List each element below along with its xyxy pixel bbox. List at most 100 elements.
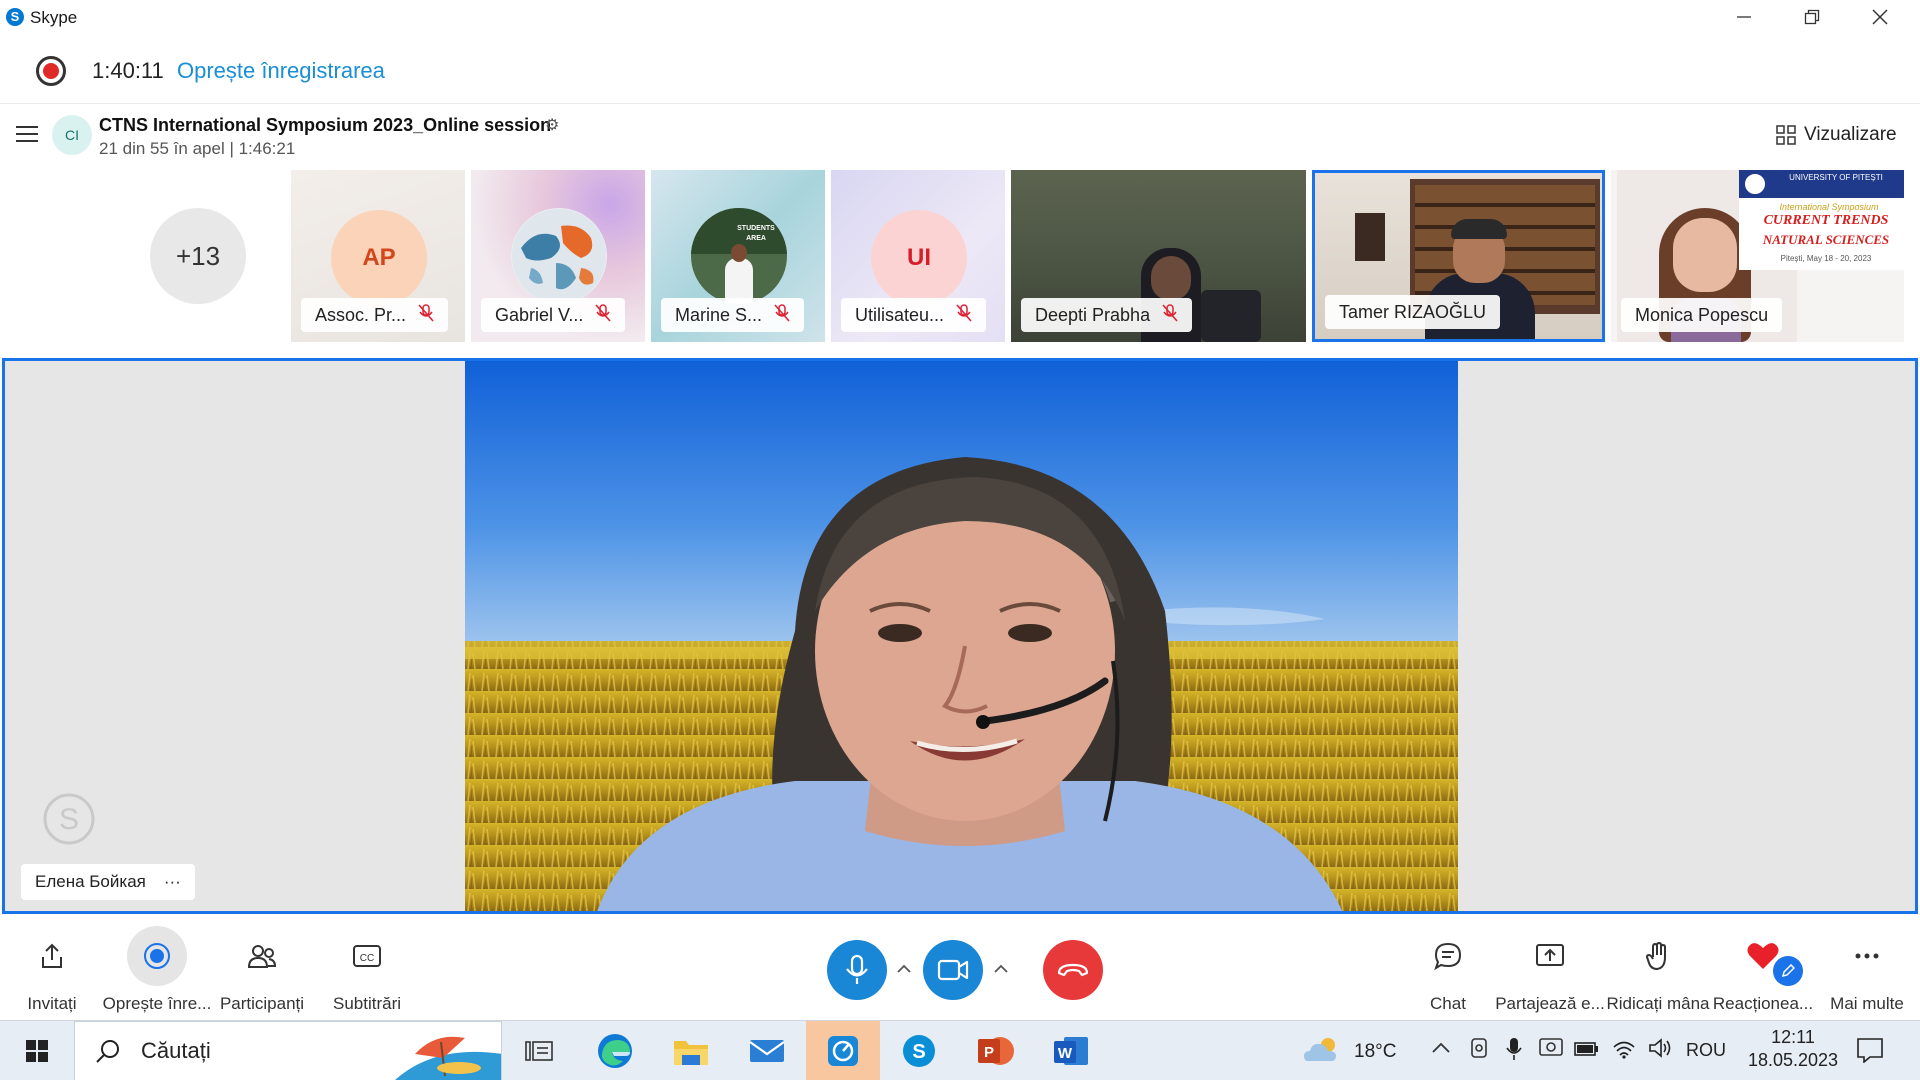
participant-name: Marine S... (675, 304, 763, 325)
banner-university: UNIVERSITY OF PITEȘTI (1789, 173, 1883, 182)
svg-text:W: W (1058, 1045, 1073, 1062)
clock[interactable]: 12:11 18.05.2023 (1744, 1027, 1842, 1071)
share-screen-icon (1520, 926, 1580, 986)
hang-up-button[interactable] (1043, 940, 1103, 1000)
screen-capture-icon (1539, 1038, 1563, 1056)
wifi-icon (1613, 1041, 1635, 1059)
minimize-button[interactable] (1710, 0, 1778, 34)
mic-muted-icon (595, 303, 611, 327)
more-dots-icon (1837, 926, 1897, 986)
tray-app-icon[interactable] (1470, 1037, 1488, 1064)
weather-widget[interactable]: 18°C (1302, 1033, 1412, 1069)
speaker-more-icon[interactable]: ··· (164, 872, 181, 892)
participant-tile[interactable]: Gabriel V... (471, 170, 645, 342)
microphone-tray-button[interactable] (1506, 1037, 1522, 1066)
invite-label: Invitați (27, 994, 77, 1013)
notifications-button[interactable] (1856, 1037, 1884, 1068)
gear-icon[interactable]: ⚙ (545, 115, 559, 135)
camera-button[interactable] (923, 940, 983, 1000)
audio-options-chevron[interactable] (893, 956, 915, 982)
participant-tile[interactable]: AP Assoc. Pr... (291, 170, 465, 342)
start-button[interactable] (0, 1021, 74, 1080)
chat-button[interactable]: Chat (1393, 918, 1503, 1020)
battery-tray-button[interactable] (1574, 1041, 1600, 1062)
more-options-button[interactable]: Mai multe (1812, 918, 1920, 1020)
subtitles-button[interactable]: CC Subtitrări (312, 918, 422, 1020)
svg-text:P: P (984, 1044, 994, 1061)
participant-tile-active[interactable]: Tamer RIZAOĞLU (1312, 170, 1605, 342)
share-screen-button[interactable]: Partajează e... (1495, 918, 1605, 1020)
participant-name: Monica Popescu (1635, 304, 1769, 325)
banner-title-1: CURRENT TRENDS (1763, 213, 1889, 228)
chevron-up-icon (897, 964, 911, 973)
grid-icon (1776, 125, 1796, 145)
edge-taskbar-button[interactable] (578, 1021, 652, 1080)
raise-hand-button[interactable]: Ridicați mâna (1603, 918, 1713, 1020)
speaker-video (465, 361, 1458, 911)
video-options-chevron[interactable] (990, 956, 1012, 982)
edit-reaction-icon[interactable] (1773, 956, 1803, 986)
taskbar-search-input[interactable]: Căutați (74, 1021, 502, 1080)
close-button[interactable] (1846, 0, 1914, 34)
speaker-name: Елена Бойкая (35, 872, 146, 891)
display-tray-button[interactable] (1538, 1037, 1564, 1064)
word-icon: W (1054, 1037, 1088, 1065)
word-taskbar-button[interactable]: W (1034, 1021, 1108, 1080)
participants-label: Participanți (219, 994, 305, 1013)
screen-recorder-icon (828, 1036, 858, 1066)
skype-taskbar-button[interactable]: S (882, 1021, 956, 1080)
invite-button[interactable]: Invitați (0, 918, 107, 1020)
closed-captions-icon: CC (337, 926, 397, 986)
svg-text:S: S (912, 1041, 925, 1063)
taskbar: Căutați S P W 18°C ROU 12:11 18.05.2023 (0, 1020, 1920, 1080)
powerpoint-taskbar-button[interactable]: P (958, 1021, 1032, 1080)
main-video-stage[interactable]: S Елена Бойкая ··· (2, 358, 1918, 914)
symposium-banner: UNIVERSITY OF PITEȘTI International Symp… (1739, 170, 1904, 270)
stop-recording-label: Oprește înre... (102, 994, 212, 1013)
mail-taskbar-button[interactable] (730, 1021, 804, 1080)
stop-recording-button[interactable]: Oprește înre... (102, 918, 212, 1020)
participants-button[interactable]: Participanți (207, 918, 317, 1020)
university-logo-icon (1743, 172, 1767, 196)
conversation-title[interactable]: CTNS International Symposium 2023_Online… (99, 115, 551, 136)
participant-tile[interactable]: Deepti Prabha (1011, 170, 1306, 342)
participant-name: Utilisateu... (855, 304, 945, 325)
recording-app-taskbar-button[interactable] (806, 1021, 880, 1080)
weather-cloud-icon (1304, 1038, 1336, 1061)
menu-icon[interactable] (16, 126, 38, 142)
view-button[interactable]: Vizualizare (1776, 124, 1897, 146)
restore-button[interactable] (1778, 0, 1846, 34)
video-camera-icon (937, 959, 969, 981)
wifi-tray-button[interactable] (1612, 1037, 1636, 1064)
recording-elapsed: 1:40:11 (92, 58, 164, 83)
share-upload-icon (22, 926, 82, 986)
participant-tile[interactable]: UNIVERSITY OF PITEȘTI International Symp… (1611, 170, 1904, 342)
speaker-video-frame (465, 361, 1458, 911)
recording-bar: 1:40:11 Oprește înregistrarea (0, 36, 1920, 104)
stop-recording-link[interactable]: Oprește înregistrarea (177, 58, 385, 84)
react-label: Reacționea... (1712, 994, 1814, 1013)
conversation-avatar[interactable]: CI (52, 115, 92, 155)
file-explorer-taskbar-button[interactable] (654, 1021, 728, 1080)
skype-watermark-icon: S (41, 791, 97, 847)
input-language-indicator[interactable]: ROU (1686, 1040, 1726, 1061)
microphone-button[interactable] (827, 940, 887, 1000)
mic-muted-icon (418, 303, 434, 327)
participant-tile[interactable]: UI Utilisateu... (831, 170, 1005, 342)
search-placeholder: Căutați (141, 1038, 211, 1063)
participant-tile[interactable]: STUDENTS AREA Marine S... (651, 170, 825, 342)
title-bar: S Skype (0, 0, 1920, 34)
search-icon (96, 1040, 119, 1063)
participant-name-chip: Marine S... (661, 298, 805, 332)
speaker-name-chip[interactable]: Елена Бойкая ··· (21, 864, 195, 900)
raise-hand-icon (1628, 926, 1688, 986)
show-hidden-icons-button[interactable] (1432, 1041, 1450, 1059)
more-participants-button[interactable]: +13 (150, 208, 246, 304)
more-label: Mai multe (1830, 994, 1904, 1013)
participant-name-chip: Gabriel V... (481, 298, 626, 332)
task-view-button[interactable] (502, 1021, 576, 1080)
clock-time: 12:11 (1771, 1027, 1815, 1047)
volume-tray-button[interactable] (1648, 1037, 1672, 1064)
react-button[interactable]: Reacționea... (1708, 918, 1818, 1020)
raise-hand-label: Ridicați mâna (1606, 994, 1710, 1013)
